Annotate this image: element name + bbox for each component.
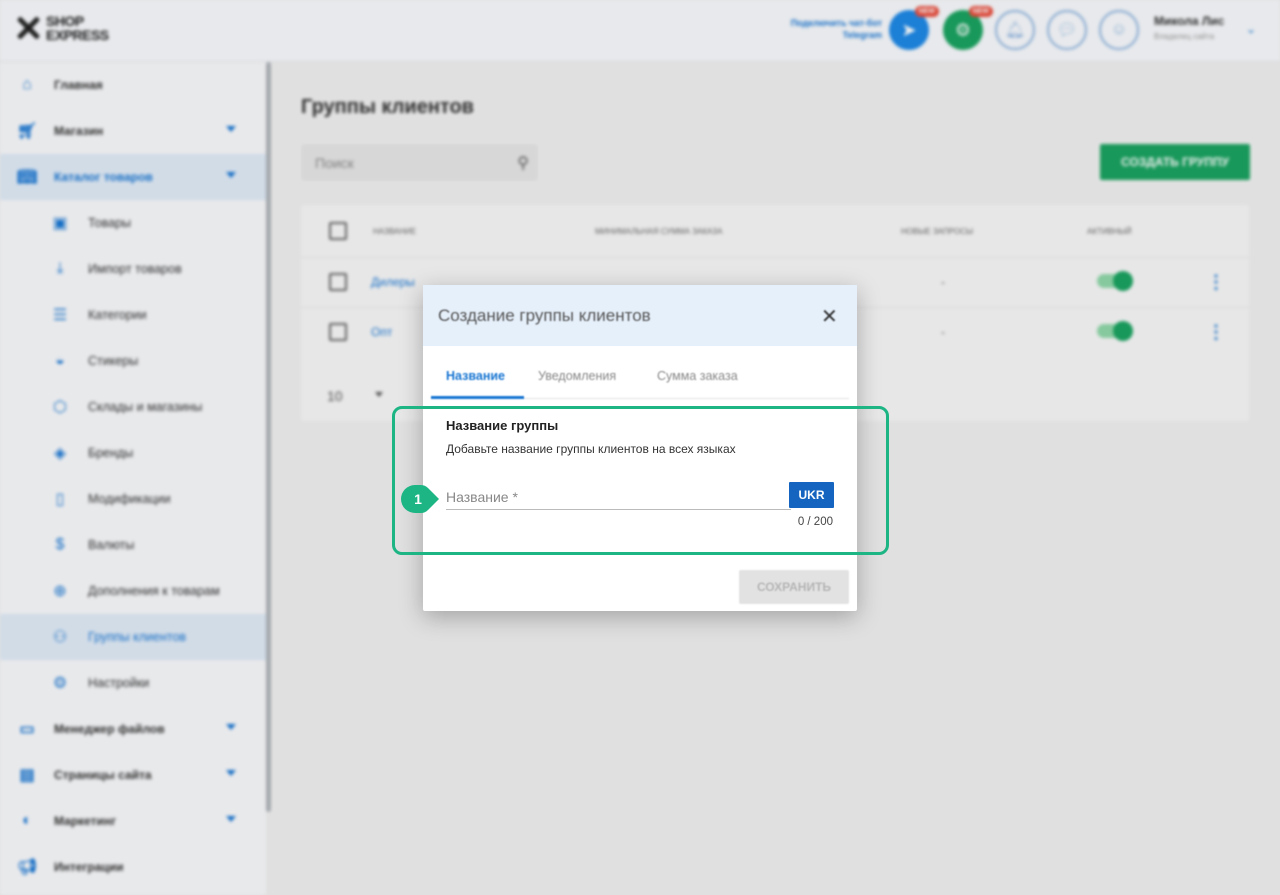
dialog-header: Создание группы клиентов ✕ <box>423 285 857 346</box>
save-button[interactable]: СОХРАНИТЬ <box>739 570 849 604</box>
tab-notifications[interactable]: Уведомления <box>538 369 616 383</box>
tab-order-amount[interactable]: Сумма заказа <box>657 369 738 383</box>
close-icon[interactable]: ✕ <box>821 304 838 329</box>
dialog-footer: СОХРАНИТЬ <box>423 552 857 611</box>
step-marker: 1 <box>401 485 439 513</box>
dialog-title: Создание группы клиентов <box>438 306 651 325</box>
highlight-frame <box>392 406 889 555</box>
active-tab-indicator <box>431 396 524 399</box>
tab-name[interactable]: Название <box>446 369 505 383</box>
step-number: 1 <box>414 491 422 507</box>
dialog-tabs: Название Уведомления Сумма заказа <box>423 346 857 402</box>
